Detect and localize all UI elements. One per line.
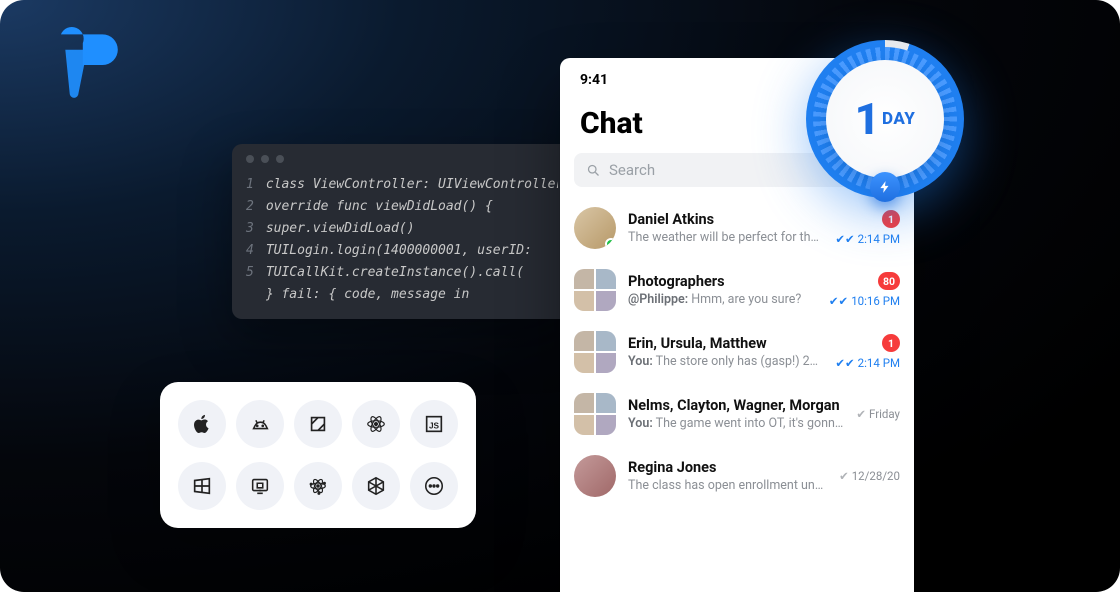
sent-icon: ✔ xyxy=(856,407,866,421)
svg-text:JS: JS xyxy=(429,422,440,431)
time-text: 2:14 PM xyxy=(858,232,900,246)
chat-preview: The weather will be perfect for the st… xyxy=(628,230,823,245)
badge-core: 1 DAY xyxy=(826,60,944,178)
avatar xyxy=(574,207,616,249)
chat-list: Daniel Atkins The weather will be perfec… xyxy=(560,197,914,507)
code-gutter: 12345 xyxy=(246,174,266,307)
one-day-badge: 1 DAY xyxy=(806,40,964,198)
code-line: class ViewController: UIViewController { xyxy=(266,177,558,192)
macos-icon[interactable] xyxy=(236,462,284,510)
unread-badge: 1 xyxy=(882,334,900,352)
chat-time: ✔✔ 2:14 PM xyxy=(835,232,900,246)
chat-name: Nelms, Clayton, Wagner, Morgan xyxy=(628,397,844,414)
electron-icon[interactable] xyxy=(294,462,342,510)
chat-mid: Nelms, Clayton, Wagner, Morgan You: The … xyxy=(628,397,844,431)
chat-mid: Regina Jones The class has open enrollme… xyxy=(628,459,827,493)
badge-number: 1 xyxy=(855,93,880,145)
presence-dot xyxy=(605,238,616,249)
chat-row[interactable]: Photographers @Philippe: Hmm, are you su… xyxy=(560,259,914,321)
chat-time: ✔ Friday xyxy=(856,407,900,421)
code-body: 12345 class ViewController: UIViewContro… xyxy=(232,174,572,307)
unread-badge: 80 xyxy=(878,272,900,290)
react-icon[interactable] xyxy=(352,400,400,448)
logo xyxy=(50,30,120,100)
time-text: 10:16 PM xyxy=(851,294,900,308)
chat-meta: ✔ 12/28/20 xyxy=(839,469,900,483)
unread-badge: 1 xyxy=(882,210,900,228)
avatar xyxy=(574,393,616,435)
chat-meta: 1 ✔✔ 2:14 PM xyxy=(835,334,900,370)
avatar xyxy=(574,455,616,497)
code-line: TUILogin.login(1400000001, userID: xyxy=(266,243,532,258)
code-line: super.viewDidLoad() xyxy=(266,221,415,236)
code-line: } fail: { code, message in xyxy=(266,287,470,302)
chat-name: Photographers xyxy=(628,273,817,290)
status-time: 9:41 xyxy=(580,72,608,88)
flutter-icon[interactable] xyxy=(294,400,342,448)
chat-preview: You: The store only has (gasp!) 2% m… xyxy=(628,354,823,369)
read-icon: ✔✔ xyxy=(829,294,848,308)
read-icon: ✔✔ xyxy=(835,356,854,370)
chat-name: Erin, Ursula, Matthew xyxy=(628,335,823,352)
chat-row[interactable]: Nelms, Clayton, Wagner, Morgan You: The … xyxy=(560,383,914,445)
read-icon: ✔✔ xyxy=(835,232,854,246)
lightning-icon xyxy=(870,172,900,202)
window-dot xyxy=(261,155,269,163)
chat-meta: ✔ Friday xyxy=(856,407,900,421)
code-editor-titlebar xyxy=(232,144,572,174)
search-placeholder: Search xyxy=(609,161,655,179)
time-text: 2:14 PM xyxy=(858,356,900,370)
chat-mid: Erin, Ursula, Matthew You: The store onl… xyxy=(628,335,823,369)
window-dot xyxy=(276,155,284,163)
sent-icon: ✔ xyxy=(839,469,849,483)
code-line: override func viewDidLoad() { xyxy=(266,199,493,214)
chat-meta: 1 ✔✔ 2:14 PM xyxy=(835,210,900,246)
android-icon[interactable] xyxy=(236,400,284,448)
search-icon xyxy=(586,163,601,178)
chat-preview: The class has open enrollment until th… xyxy=(628,478,827,493)
chat-mid: Photographers @Philippe: Hmm, are you su… xyxy=(628,273,817,307)
avatar xyxy=(574,331,616,373)
code-lines: class ViewController: UIViewController {… xyxy=(266,174,558,307)
chat-meta: 80 ✔✔ 10:16 PM xyxy=(829,272,900,308)
badge-label: DAY xyxy=(882,109,915,129)
windows-icon[interactable] xyxy=(178,462,226,510)
chat-preview: You: The game went into OT, it's gonn… xyxy=(628,416,844,431)
window-dot xyxy=(246,155,254,163)
chat-time: ✔ 12/28/20 xyxy=(839,469,900,483)
chat-mid: Daniel Atkins The weather will be perfec… xyxy=(628,211,823,245)
chat-time: ✔✔ 10:16 PM xyxy=(829,294,900,308)
js-icon[interactable]: JS xyxy=(410,400,458,448)
code-editor-panel: 12345 class ViewController: UIViewContro… xyxy=(232,144,572,319)
chat-row[interactable]: Regina Jones The class has open enrollme… xyxy=(560,445,914,507)
promo-canvas: 12345 class ViewController: UIViewContro… xyxy=(0,0,1120,592)
platforms-panel: JS xyxy=(160,382,476,528)
apple-icon[interactable] xyxy=(178,400,226,448)
chat-time: ✔✔ 2:14 PM xyxy=(835,356,900,370)
chat-row[interactable]: Erin, Ursula, Matthew You: The store onl… xyxy=(560,321,914,383)
chat-name: Daniel Atkins xyxy=(628,211,823,228)
more-icon[interactable] xyxy=(410,462,458,510)
chat-row[interactable]: Daniel Atkins The weather will be perfec… xyxy=(560,197,914,259)
chat-name: Regina Jones xyxy=(628,459,827,476)
avatar xyxy=(574,269,616,311)
time-text: 12/28/20 xyxy=(852,469,900,483)
code-line: TUICallKit.createInstance().call( xyxy=(266,265,524,280)
time-text: Friday xyxy=(869,407,900,421)
unity-icon[interactable] xyxy=(352,462,400,510)
chat-preview: @Philippe: Hmm, are you sure? xyxy=(628,292,817,307)
